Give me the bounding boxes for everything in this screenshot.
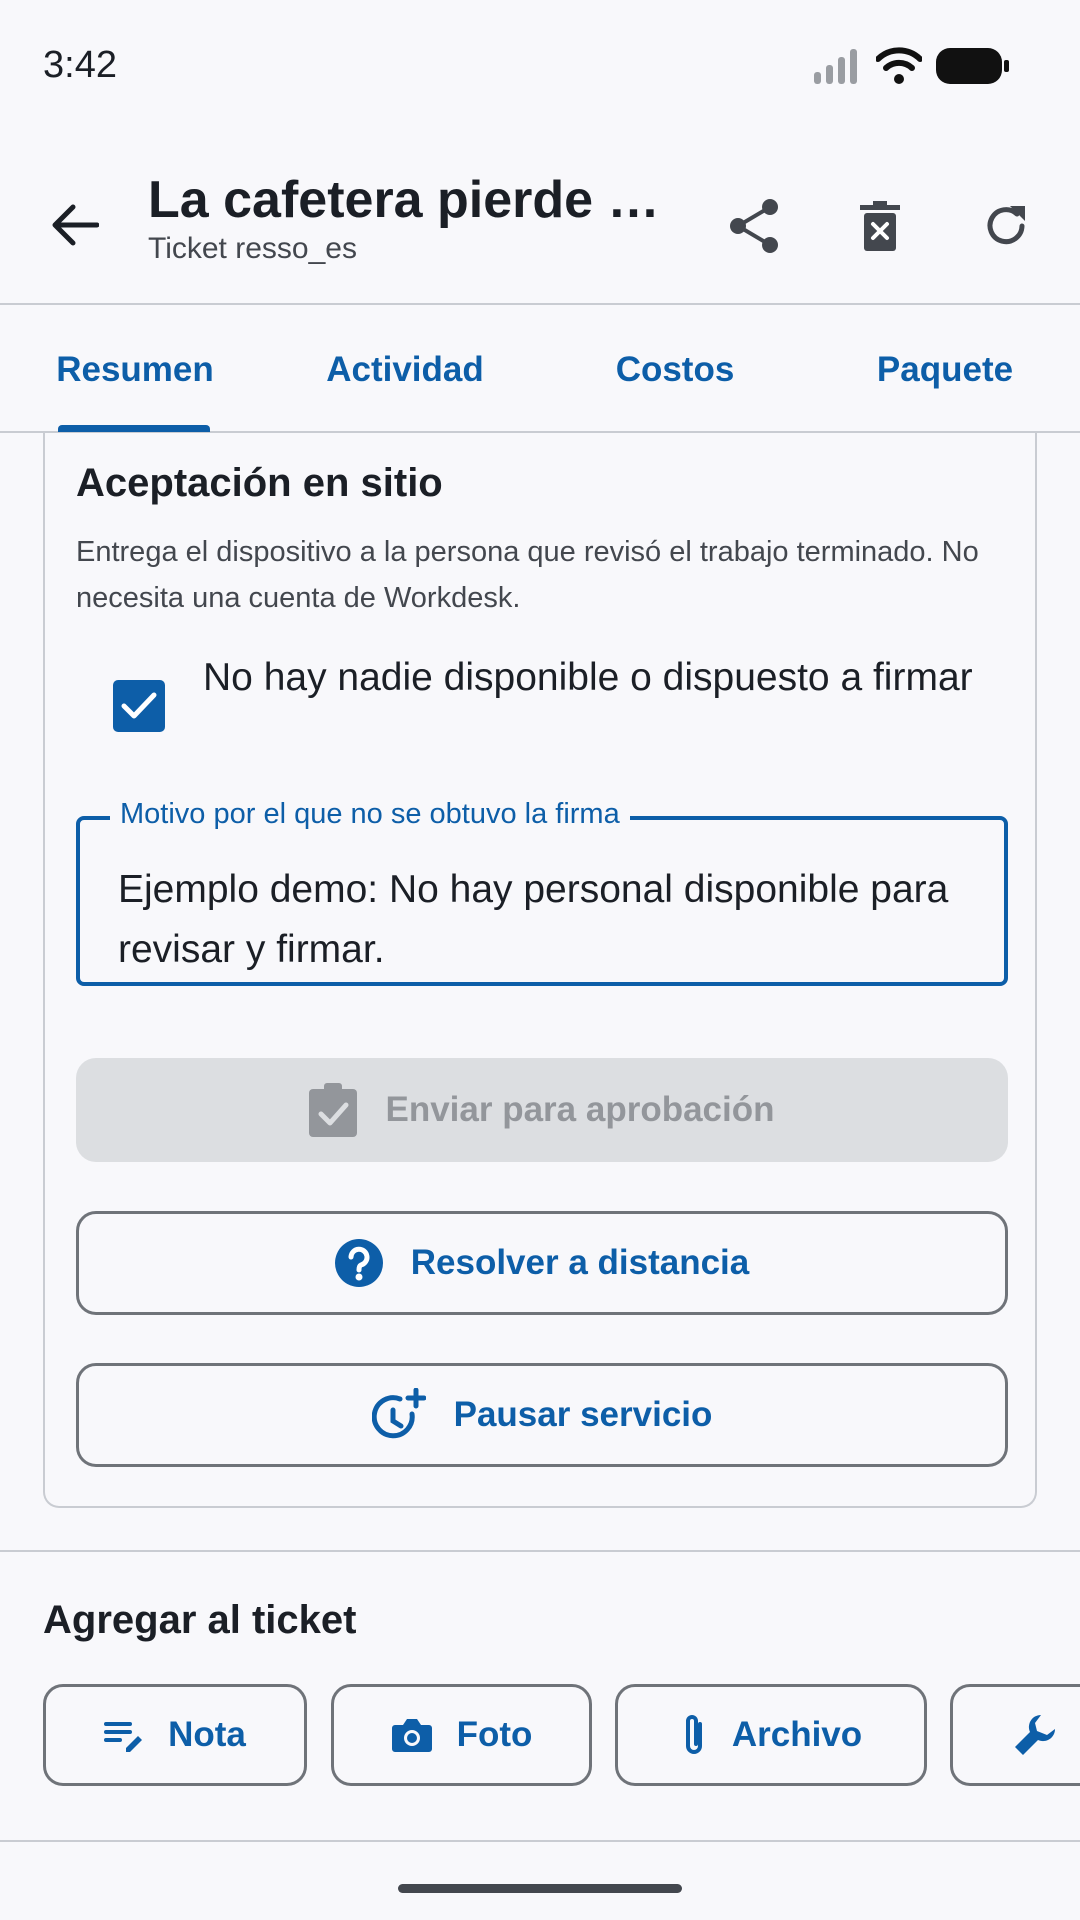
- add-photo-label: Foto: [456, 1715, 533, 1754]
- share-icon: [730, 199, 778, 253]
- section-title: Aceptación en sitio: [76, 461, 443, 505]
- paperclip-icon: [680, 1712, 708, 1758]
- tab-costos[interactable]: Costos: [570, 307, 780, 433]
- add-file-label: Archivo: [731, 1715, 863, 1754]
- refresh-button[interactable]: [968, 188, 1044, 264]
- tab-indicator: [58, 425, 210, 432]
- tab-bar: Resumen Actividad Costos Paquete: [0, 307, 1080, 433]
- share-button[interactable]: [716, 188, 792, 264]
- home-indicator[interactable]: [398, 1884, 682, 1893]
- pause-service-label: Pausar servicio: [453, 1395, 713, 1434]
- reason-field-value[interactable]: Ejemplo demo: No hay personal disponible…: [118, 860, 978, 980]
- add-to-ticket-title: Agregar al ticket: [43, 1598, 357, 1642]
- battery-icon: [936, 48, 1009, 84]
- status-icons: [812, 44, 1010, 88]
- wrench-icon: [1013, 1713, 1057, 1757]
- tab-actividad[interactable]: Actividad: [300, 307, 510, 433]
- signal-icon: [814, 49, 857, 84]
- pause-service-button[interactable]: Pausar servicio: [76, 1363, 1008, 1467]
- reason-field[interactable]: Motivo por el que no se obtuvo la firma …: [76, 798, 1008, 986]
- resolve-remote-label: Resolver a distancia: [410, 1243, 750, 1282]
- add-photo-button[interactable]: Foto: [331, 1684, 592, 1786]
- checkbox-label: No hay nadie disponible o dispuesto a fi…: [203, 656, 973, 699]
- status-bar: 3:42: [0, 0, 1080, 130]
- submit-approval-label: Enviar para aprobación: [385, 1090, 775, 1129]
- check-icon: [121, 692, 157, 719]
- clipboard-check-icon: [309, 1083, 358, 1137]
- delete-button[interactable]: [842, 188, 918, 264]
- section-divider: [0, 1550, 1080, 1552]
- app-bar: La cafetera pierde presión Ticket resso_…: [0, 130, 1080, 305]
- clock-plus-icon: [371, 1388, 426, 1442]
- reason-field-label: Motivo por el que no se obtuvo la firma: [110, 798, 630, 831]
- tab-paquete[interactable]: Paquete: [840, 307, 1050, 433]
- acceptance-card: Aceptación en sitio Entrega el dispositi…: [43, 433, 1037, 1508]
- note-edit-icon: [104, 1718, 144, 1752]
- resolve-remote-button[interactable]: Resolver a distancia: [76, 1211, 1008, 1315]
- add-part-button[interactable]: [950, 1684, 1080, 1786]
- add-file-button[interactable]: Archivo: [615, 1684, 927, 1786]
- tab-resumen[interactable]: Resumen: [30, 307, 240, 433]
- camera-icon: [391, 1717, 433, 1753]
- arrow-back-icon: [52, 204, 99, 246]
- no-signer-checkbox[interactable]: [113, 680, 165, 732]
- wifi-icon: [876, 47, 922, 84]
- add-note-button[interactable]: Nota: [43, 1684, 307, 1786]
- bottom-divider: [0, 1840, 1080, 1842]
- no-signer-checkbox-row[interactable]: No hay nadie disponible o dispuesto a fi…: [113, 648, 973, 732]
- back-button[interactable]: [40, 190, 110, 260]
- add-note-label: Nota: [168, 1715, 246, 1754]
- status-time: 3:42: [43, 44, 117, 86]
- help-icon: [334, 1239, 383, 1287]
- submit-approval-button[interactable]: Enviar para aprobación: [76, 1058, 1008, 1162]
- page-subtitle: Ticket resso_es: [148, 232, 357, 265]
- refresh-icon: [987, 206, 1025, 245]
- section-description: Entrega el dispositivo a la persona que …: [76, 536, 979, 614]
- page-title: La cafetera pierde presión: [148, 171, 668, 229]
- delete-icon: [860, 201, 900, 251]
- title-block: La cafetera pierde presión Ticket resso_…: [148, 170, 668, 266]
